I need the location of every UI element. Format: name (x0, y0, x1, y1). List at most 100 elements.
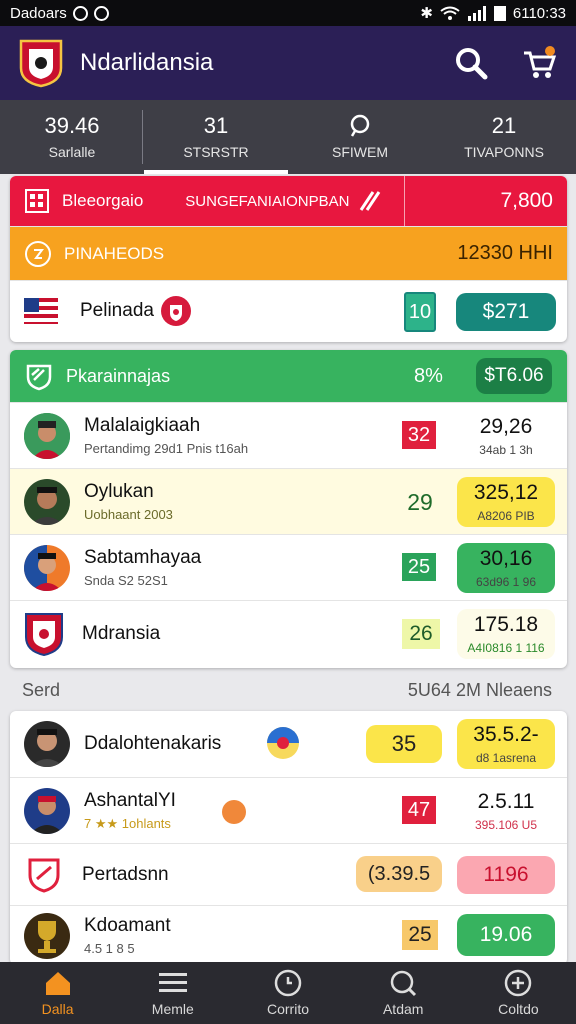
card-header-red[interactable]: Bleeorgaio SUNGEFANIAIONPBAN 7,800 (10, 176, 567, 226)
slash-logo-icon (360, 191, 381, 211)
score-badge: 26 (402, 619, 440, 649)
score-badge: 35 (366, 725, 442, 763)
value-main: 29,26 (479, 415, 533, 438)
player-name: Sabtamhayaa (84, 547, 202, 568)
nav-label: Corrito (267, 1001, 310, 1017)
avatar (24, 721, 70, 767)
value-detail: A4I0816 1 116 (467, 641, 545, 655)
team-name: Pelinada (80, 300, 154, 321)
standings-card: Pkarainnajas 8% $T6.06 Malalaigkiaah Per… (10, 350, 567, 668)
value-main: 2.5.11 (477, 790, 535, 813)
avatar (24, 912, 70, 959)
player-subtitle: Pertandimg 29d1 Pnis t16ah (84, 441, 249, 456)
sync-icon (93, 5, 109, 21)
tab-label: TIVAPONNS (464, 144, 544, 160)
header-label: Pkarainnajas (66, 365, 171, 386)
bottom-navigation: Dalla Memle Corrito Atdam Coltdo (0, 962, 576, 1024)
list-item[interactable]: Ddalohtenakaris 35 35.5.2- d8 1asrena (10, 711, 567, 777)
app-title: Ndarlidansia (80, 49, 214, 76)
app-bar: Ndarlidansia (0, 26, 576, 100)
signal-icon (467, 5, 486, 21)
player-subtitle: 7 ★★ 1ohlants (84, 815, 171, 831)
nav-label: Memle (151, 1001, 194, 1017)
score-badge: 32 (402, 421, 436, 449)
value-main: 325,12 (473, 481, 539, 504)
grid-icon (25, 189, 49, 213)
list-item[interactable]: Mdransia 26 175.18 A4I0816 1 116 (10, 600, 567, 666)
club-badge-icon (160, 296, 191, 326)
card-subheader-orange[interactable]: PINAHEODS 12330 HHI (10, 226, 567, 280)
list-item[interactable]: Oylukan Uobhaant 2003 29 325,12 A8206 PI… (10, 468, 567, 534)
nav-item-memle[interactable]: Memle (115, 962, 230, 1024)
team-row-pelinada[interactable]: Pelinada 10 $271 (10, 280, 567, 341)
nav-item-coltdo[interactable]: Coltdo (461, 962, 576, 1024)
value-box: 29,26 34ab 1 3h (457, 411, 555, 461)
bluetooth-icon: ✱ (420, 5, 433, 22)
cart-button[interactable] (520, 44, 558, 82)
score-badge: 47 (402, 796, 436, 824)
list-item[interactable]: Pertadsnn (3.39.5 1196 (10, 843, 567, 905)
stat-tabs: 39.46 Sarlalle 31 STSRSTR SFIWEM 21 TIVA… (0, 100, 576, 174)
notification-icon (72, 5, 88, 21)
tab-icon-slot (348, 114, 372, 138)
player-name: Malalaigkiaah (84, 415, 201, 436)
value-box: 35.5.2- d8 1asrena (457, 719, 555, 769)
tab-label: Sarlalle (48, 144, 96, 160)
tab-sfiwem[interactable]: SFIWEM (288, 100, 432, 174)
subheader-label: PINAHEODS (64, 243, 165, 263)
score-badge: 25 (402, 553, 436, 581)
tab-sarlalle[interactable]: 39.46 Sarlalle (0, 100, 144, 174)
player-subtitle: Snda S2 52S1 (84, 573, 168, 588)
value-box: 2.5.11 395.106 U5 (457, 786, 555, 836)
search-button[interactable] (452, 44, 490, 82)
us-flag-icon (24, 298, 58, 324)
nav-item-dalla[interactable]: Dalla (0, 962, 115, 1024)
nav-label: Coltdo (498, 1001, 539, 1017)
value-box: 1196 (457, 856, 555, 894)
search-icon (390, 970, 417, 997)
list-item[interactable]: AshantalYI 7 ★★ 1ohlants 47 2.5.11 395.1… (10, 777, 567, 843)
value-detail: 395.106 U5 (474, 818, 538, 832)
avatar (24, 478, 70, 525)
subheader-value: 12330 HHI (457, 242, 553, 264)
shield-icon (26, 364, 52, 391)
player-name: Oylukan (84, 481, 154, 502)
card-header-green[interactable]: Pkarainnajas 8% $T6.06 (10, 350, 567, 402)
value-detail: d8 1asrena (475, 751, 537, 765)
team-flag-icon (267, 727, 299, 759)
price-badge[interactable]: $271 (456, 293, 556, 331)
player-subtitle: 4.5 1 8 5 (84, 941, 135, 956)
value-box: 325,12 A8206 PIB (457, 477, 555, 527)
player-subtitle: Uobhaant 2003 (84, 507, 173, 522)
club-crest-logo (19, 39, 63, 88)
header-center-label: SUNGEFANIAIONPBAN (185, 192, 350, 210)
section-title: Serd (22, 680, 61, 700)
list-item[interactable]: Malalaigkiaah Pertandimg 29d1 Pnis t16ah… (10, 402, 567, 468)
club-crest-icon (25, 612, 63, 656)
score-badge: (3.39.5 (356, 856, 442, 892)
nav-label: Atdam (382, 1001, 424, 1017)
clock-icon (274, 969, 302, 997)
status-bar: Dadoars ✱ 6110:33 (0, 0, 576, 26)
badge-icon (25, 240, 51, 267)
score-badge: 25 (402, 920, 438, 950)
tab-tivaponns[interactable]: 21 TIVAPONNS (432, 100, 576, 174)
menu-icon (158, 973, 187, 992)
value-main: 35.5.2- (473, 723, 539, 746)
value-main: 19.06 (479, 923, 533, 946)
cart-icon (524, 46, 557, 78)
avatar (24, 544, 70, 591)
nav-item-corrito[interactable]: Corrito (230, 962, 345, 1024)
list-item[interactable]: Kdoamant 4.5 1 8 5 25 19.06 (10, 905, 567, 965)
team-name: Pertadsnn (82, 863, 169, 885)
nav-item-atdam[interactable]: Atdam (346, 962, 461, 1024)
tab-stsrstr[interactable]: 31 STSRSTR (144, 100, 288, 174)
player-name: AshantalYI (84, 789, 176, 811)
list-item[interactable]: Sabtamhayaa Snda S2 52S1 25 30,16 63d96 … (10, 534, 567, 600)
value-main: 30,16 (479, 547, 533, 570)
tab-value: 31 (203, 113, 229, 138)
home-icon (45, 972, 70, 995)
value-box: 175.18 A4I0816 1 116 (457, 609, 555, 659)
results-card: Ddalohtenakaris 35 35.5.2- d8 1asrena As… (10, 711, 567, 965)
header-value-badge[interactable]: $T6.06 (476, 358, 552, 394)
